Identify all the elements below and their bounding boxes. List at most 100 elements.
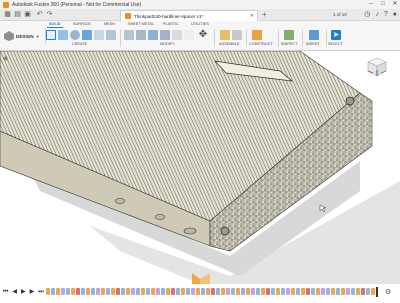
step-forward-icon[interactable]: ▶ (30, 289, 35, 295)
timeline-feature[interactable] (206, 288, 210, 295)
tab-count[interactable]: 1 of 10 (333, 12, 347, 17)
timeline-feature[interactable] (371, 288, 375, 295)
bell-icon[interactable]: ♪ (375, 11, 379, 18)
timeline-feature[interactable] (86, 288, 90, 295)
timeline-feature[interactable] (306, 288, 310, 295)
timeline-feature[interactable] (76, 288, 80, 295)
tab-close-icon[interactable]: ✕ (250, 13, 254, 19)
file-icon[interactable]: ▤ (14, 11, 21, 18)
timeline-feature[interactable] (246, 288, 250, 295)
new-tab-button[interactable]: + (262, 11, 267, 19)
timeline-feature[interactable] (346, 288, 350, 295)
timeline-marker[interactable] (376, 287, 378, 297)
insert-image-icon[interactable] (309, 30, 319, 40)
timeline-feature[interactable] (61, 288, 65, 295)
create-group-label[interactable]: CREATE (72, 42, 87, 46)
grid-icon[interactable]: ▦ (4, 11, 11, 18)
tab-solid[interactable]: SOLID (49, 22, 61, 26)
timeline-feature[interactable] (271, 288, 275, 295)
timeline-feature[interactable] (296, 288, 300, 295)
timeline-feature[interactable] (281, 288, 285, 295)
redo-icon[interactable]: ↷ (46, 11, 53, 18)
timeline-feature[interactable] (261, 288, 265, 295)
timeline-feature[interactable] (161, 288, 165, 295)
document-tab[interactable]: Thinkpad240-hardliner-spacer v1* ✕ (120, 10, 258, 21)
timeline-strip[interactable] (46, 288, 376, 296)
timeline-feature[interactable] (101, 288, 105, 295)
minimize-button[interactable]: – (368, 1, 374, 7)
timeline-feature[interactable] (231, 288, 235, 295)
close-button[interactable]: ✕ (392, 1, 398, 7)
timeline-feature[interactable] (81, 288, 85, 295)
inspect-group-label[interactable]: INSPECT (281, 42, 297, 46)
tab-sheet-metal[interactable]: SHEET METAL (128, 22, 154, 26)
timeline-feature[interactable] (191, 288, 195, 295)
clock-icon[interactable]: ◷ (364, 11, 370, 18)
assemble-group-label[interactable]: ASSEMBLE (219, 42, 239, 46)
timeline-feature[interactable] (91, 288, 95, 295)
timeline-feature[interactable] (366, 288, 370, 295)
timeline-feature[interactable] (266, 288, 270, 295)
timeline-feature[interactable] (311, 288, 315, 295)
combine-icon[interactable] (172, 30, 182, 40)
model-render[interactable] (0, 51, 400, 284)
timeline-feature[interactable] (301, 288, 305, 295)
canvas-viewport[interactable] (0, 51, 400, 284)
timeline-feature[interactable] (136, 288, 140, 295)
timeline-feature[interactable] (216, 288, 220, 295)
fillet-icon[interactable] (136, 30, 146, 40)
measure-icon[interactable] (284, 30, 294, 40)
timeline-feature[interactable] (356, 288, 360, 295)
timeline-feature[interactable] (256, 288, 260, 295)
timeline-feature[interactable] (71, 288, 75, 295)
tab-mesh[interactable]: MESH (104, 22, 115, 26)
save-icon[interactable]: ▣ (24, 11, 31, 18)
tab-surface[interactable]: SURFACE (73, 22, 91, 26)
select-cursor-icon[interactable]: ➤ (331, 30, 341, 40)
construct-group-label[interactable]: CONSTRUCT (249, 42, 273, 46)
timeline-feature[interactable] (121, 288, 125, 295)
timeline-feature[interactable] (146, 288, 150, 295)
timeline-feature[interactable] (156, 288, 160, 295)
press-pull-icon[interactable] (124, 30, 134, 40)
timeline-feature[interactable] (241, 288, 245, 295)
timeline-feature[interactable] (151, 288, 155, 295)
select-group-label[interactable]: SELECT (328, 42, 343, 46)
timeline-feature[interactable] (51, 288, 55, 295)
timeline-feature[interactable] (221, 288, 225, 295)
timeline-feature[interactable] (286, 288, 290, 295)
skip-start-icon[interactable]: ⏮ (3, 289, 8, 295)
chamfer-icon[interactable] (148, 30, 158, 40)
timeline-feature[interactable] (56, 288, 60, 295)
timeline-feature[interactable] (236, 288, 240, 295)
timeline-feature[interactable] (336, 288, 340, 295)
step-back-icon[interactable]: ◀ (12, 289, 17, 295)
timeline-feature[interactable] (351, 288, 355, 295)
gear-icon[interactable]: ⚙ (385, 288, 391, 296)
timeline-feature[interactable] (116, 288, 120, 295)
browser-toggle-icon[interactable]: ◉ (3, 56, 9, 62)
timeline-feature[interactable] (126, 288, 130, 295)
timeline-feature[interactable] (181, 288, 185, 295)
insert-group-label[interactable]: INSERT (306, 42, 320, 46)
timeline-feature[interactable] (176, 288, 180, 295)
help-icon[interactable]: ? (384, 11, 388, 18)
play-icon[interactable]: ▶ (21, 289, 26, 295)
timeline-feature[interactable] (276, 288, 280, 295)
timeline-feature[interactable] (291, 288, 295, 295)
pattern-icon[interactable] (94, 30, 104, 40)
mirror-icon[interactable] (106, 30, 116, 40)
tab-plastic[interactable]: PLASTIC (163, 22, 179, 26)
timeline-feature[interactable] (186, 288, 190, 295)
avatar[interactable]: ● (393, 11, 397, 18)
undo-icon[interactable]: ↶ (36, 11, 43, 18)
revolve-icon[interactable] (70, 30, 80, 40)
timeline-feature[interactable] (166, 288, 170, 295)
skip-end-icon[interactable]: ⏭ (38, 289, 43, 295)
hole-icon[interactable] (82, 30, 92, 40)
shell-icon[interactable] (160, 30, 170, 40)
timeline-feature[interactable] (316, 288, 320, 295)
timeline-feature[interactable] (326, 288, 330, 295)
timeline-feature[interactable] (211, 288, 215, 295)
new-component-icon[interactable] (220, 30, 230, 40)
